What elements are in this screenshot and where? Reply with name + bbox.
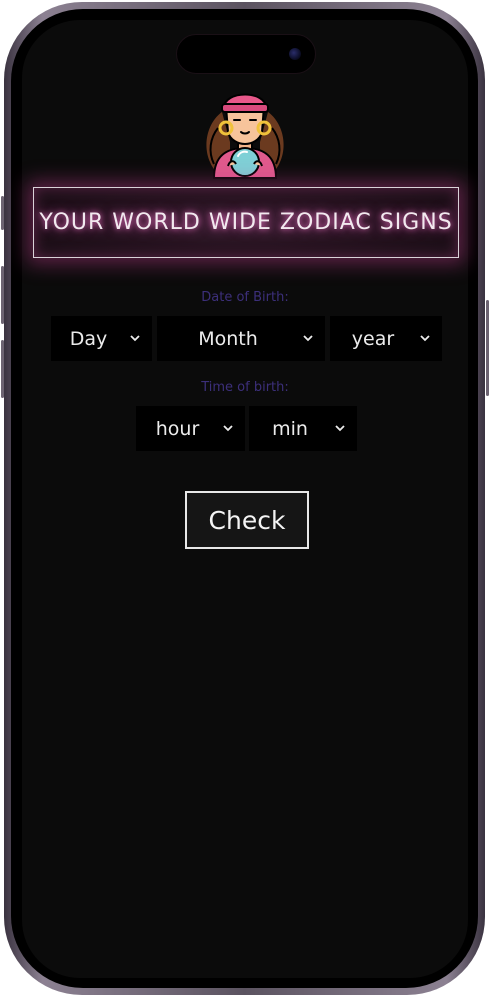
- dynamic-island: [176, 34, 316, 74]
- day-select[interactable]: Day: [51, 316, 152, 361]
- month-select-value: Month: [198, 327, 258, 350]
- minute-select-value: min: [272, 417, 308, 440]
- fortune-teller-icon: [200, 82, 290, 180]
- month-select[interactable]: Month: [157, 316, 325, 361]
- chevron-down-icon: [126, 335, 144, 342]
- minute-select[interactable]: min: [249, 406, 357, 451]
- chevron-down-icon: [299, 335, 317, 342]
- time-of-birth-label: Time of birth:: [201, 380, 289, 395]
- hour-select-value: hour: [155, 417, 200, 440]
- chevron-down-icon: [416, 335, 434, 342]
- chevron-down-icon: [219, 425, 237, 432]
- year-select-value: year: [351, 327, 395, 350]
- hour-select[interactable]: hour: [136, 406, 245, 451]
- date-of-birth-label: Date of Birth:: [201, 290, 289, 305]
- title-banner: YOUR WORLD WIDE ZODIAC SIGNS: [33, 187, 459, 258]
- year-select[interactable]: year: [330, 316, 442, 361]
- action-button: [1, 196, 4, 230]
- day-select-value: Day: [69, 327, 108, 350]
- check-button[interactable]: Check: [185, 491, 309, 549]
- chevron-down-icon: [331, 425, 349, 432]
- page-title: YOUR WORLD WIDE ZODIAC SIGNS: [39, 210, 453, 235]
- front-camera-icon: [289, 48, 301, 60]
